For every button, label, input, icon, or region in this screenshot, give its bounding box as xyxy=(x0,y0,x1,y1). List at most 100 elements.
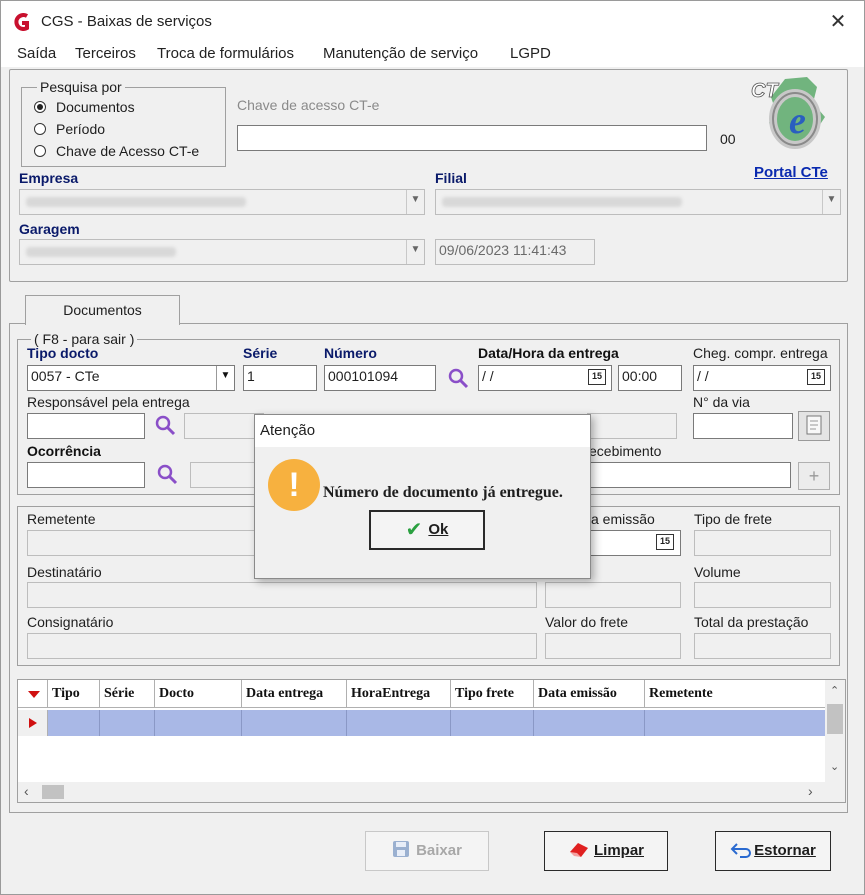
filial-label: Filial xyxy=(435,170,467,186)
access-key-label: Chave de acesso CT-e xyxy=(237,97,380,113)
destinatario-field xyxy=(27,582,537,608)
row-indicator xyxy=(18,710,48,736)
hora-entrega-input[interactable]: 00:00 xyxy=(618,365,682,391)
responsavel-label: Responsável pela entrega xyxy=(27,394,190,410)
calendar-icon[interactable]: 15 xyxy=(807,369,825,385)
estornar-button[interactable]: Estornar xyxy=(715,831,831,871)
col-serie[interactable]: Série xyxy=(100,680,155,708)
numero-input[interactable]: 000101094 xyxy=(324,365,436,391)
access-key-suffix: 00 xyxy=(720,131,736,147)
chevron-down-icon[interactable]: ▼ xyxy=(822,190,840,214)
chevron-down-icon[interactable]: ▼ xyxy=(406,190,424,214)
add-button[interactable]: + xyxy=(798,462,830,490)
menu-terceiros[interactable]: Terceiros xyxy=(75,45,136,62)
col-data-entrega[interactable]: Data entrega xyxy=(242,680,347,708)
valor-frete-label: Valor do frete xyxy=(545,614,629,630)
col-tipo[interactable]: Tipo xyxy=(48,680,100,708)
consignatario-label: Consignatário xyxy=(27,614,114,630)
menu-bar: Saída Terceiros Troca de formulários Man… xyxy=(1,41,864,67)
scroll-up-icon[interactable]: ⌃ xyxy=(830,684,839,697)
access-key-input[interactable] xyxy=(237,125,707,151)
cell-hora-entrega[interactable] xyxy=(347,710,451,736)
data-emissao-label: a emissão xyxy=(591,511,655,527)
radio-documentos[interactable] xyxy=(34,101,46,113)
scroll-down-icon[interactable]: ⌄ xyxy=(830,760,839,773)
radio-periodo[interactable] xyxy=(34,123,46,135)
baixar-button[interactable]: Baixar xyxy=(365,831,489,871)
warning-icon: ! xyxy=(268,459,320,511)
limpar-button[interactable]: Limpar xyxy=(544,831,668,871)
total-prestacao-label: Total da prestação xyxy=(694,614,809,630)
data-hora-entrega-label: Data/Hora da entrega xyxy=(478,345,619,361)
table-row[interactable] xyxy=(18,710,825,736)
responsavel-extra xyxy=(587,413,677,439)
limpar-label: Limpar xyxy=(593,842,644,859)
print-icon[interactable] xyxy=(798,411,830,441)
calendar-icon[interactable]: 15 xyxy=(588,369,606,385)
ok-button[interactable]: ✔ Ok xyxy=(369,510,485,550)
estornar-label: Estornar xyxy=(754,842,816,859)
radio-periodo-label[interactable]: Período xyxy=(56,121,105,137)
empresa-label: Empresa xyxy=(19,170,79,186)
col-remetente[interactable]: Remetente xyxy=(645,680,825,708)
grid-sort-indicator[interactable] xyxy=(18,680,48,708)
empresa-combo[interactable]: ▼ xyxy=(19,189,425,215)
radio-chave-acesso-label[interactable]: Chave de Acesso CT-e xyxy=(56,143,199,159)
radio-chave-acesso[interactable] xyxy=(34,145,46,157)
recebimento-input[interactable] xyxy=(589,462,791,488)
cell-data-emissao[interactable] xyxy=(534,710,645,736)
chevron-down-icon[interactable]: ▼ xyxy=(406,240,424,264)
portal-cte-link[interactable]: Portal CTe xyxy=(754,164,828,181)
chevron-down-icon[interactable]: ▼ xyxy=(216,366,234,390)
vertical-scrollbar[interactable]: ⌃ ⌄ xyxy=(825,680,845,782)
hscrollbar-thumb[interactable] xyxy=(42,785,64,799)
search-icon[interactable] xyxy=(156,463,178,485)
volume-field xyxy=(694,582,831,608)
cell-docto[interactable] xyxy=(155,710,242,736)
close-icon[interactable]: ✕ xyxy=(826,10,850,34)
filial-combo[interactable]: ▼ xyxy=(435,189,841,215)
menu-troca-formularios[interactable]: Troca de formulários xyxy=(157,45,294,62)
main-window: CGS - Baixas de serviços ✕ Saída Terceir… xyxy=(0,0,865,895)
tab-documentos[interactable]: Documentos xyxy=(25,295,180,325)
destinatario-extra xyxy=(545,582,681,608)
cte-logo-icon: e CT xyxy=(747,73,831,153)
datetime-field: 09/06/2023 11:41:43 xyxy=(435,239,595,265)
cell-tipo-frete[interactable] xyxy=(451,710,534,736)
menu-lgpd[interactable]: LGPD xyxy=(510,45,551,62)
col-data-emissao[interactable]: Data emissão xyxy=(534,680,645,708)
col-tipo-frete[interactable]: Tipo frete xyxy=(451,680,534,708)
serie-input[interactable]: 1 xyxy=(243,365,317,391)
col-hora-entrega[interactable]: HoraEntrega xyxy=(347,680,451,708)
horizontal-scrollbar[interactable]: ‹ › xyxy=(18,782,845,802)
documents-grid[interactable]: Tipo Série Docto Data entrega HoraEntreg… xyxy=(17,679,846,803)
ocorrencia-input[interactable] xyxy=(27,462,145,488)
menu-saida[interactable]: Saída xyxy=(17,45,56,62)
cell-data-entrega[interactable] xyxy=(242,710,347,736)
cell-serie[interactable] xyxy=(100,710,155,736)
menu-manutencao-servico[interactable]: Manutenção de serviço xyxy=(323,45,478,62)
garagem-label: Garagem xyxy=(19,221,80,237)
eraser-icon xyxy=(569,843,588,857)
ok-label: Ok xyxy=(428,521,449,538)
numero-via-input[interactable] xyxy=(693,413,793,439)
destinatario-label: Destinatário xyxy=(27,564,102,580)
radio-documentos-label[interactable]: Documentos xyxy=(56,99,135,115)
window-title: CGS - Baixas de serviços xyxy=(41,13,212,30)
col-docto[interactable]: Docto xyxy=(155,680,242,708)
cell-tipo[interactable] xyxy=(48,710,100,736)
tipo-docto-combo[interactable]: 0057 - CTe ▼ xyxy=(27,365,235,391)
responsavel-input[interactable] xyxy=(27,413,145,439)
calendar-icon[interactable]: 15 xyxy=(656,534,674,550)
save-icon xyxy=(393,841,410,857)
scroll-left-icon[interactable]: ‹ xyxy=(24,783,29,799)
ocorrencia-label: Ocorrência xyxy=(27,443,101,459)
search-icon[interactable] xyxy=(447,367,469,389)
search-icon[interactable] xyxy=(154,414,176,436)
scrollbar-thumb[interactable] xyxy=(827,704,843,734)
app-logo-icon xyxy=(14,13,29,31)
responsavel-desc xyxy=(184,413,264,439)
scroll-right-icon[interactable]: › xyxy=(808,783,813,799)
garagem-combo[interactable]: ▼ xyxy=(19,239,425,265)
undo-arrow-icon xyxy=(730,843,752,858)
